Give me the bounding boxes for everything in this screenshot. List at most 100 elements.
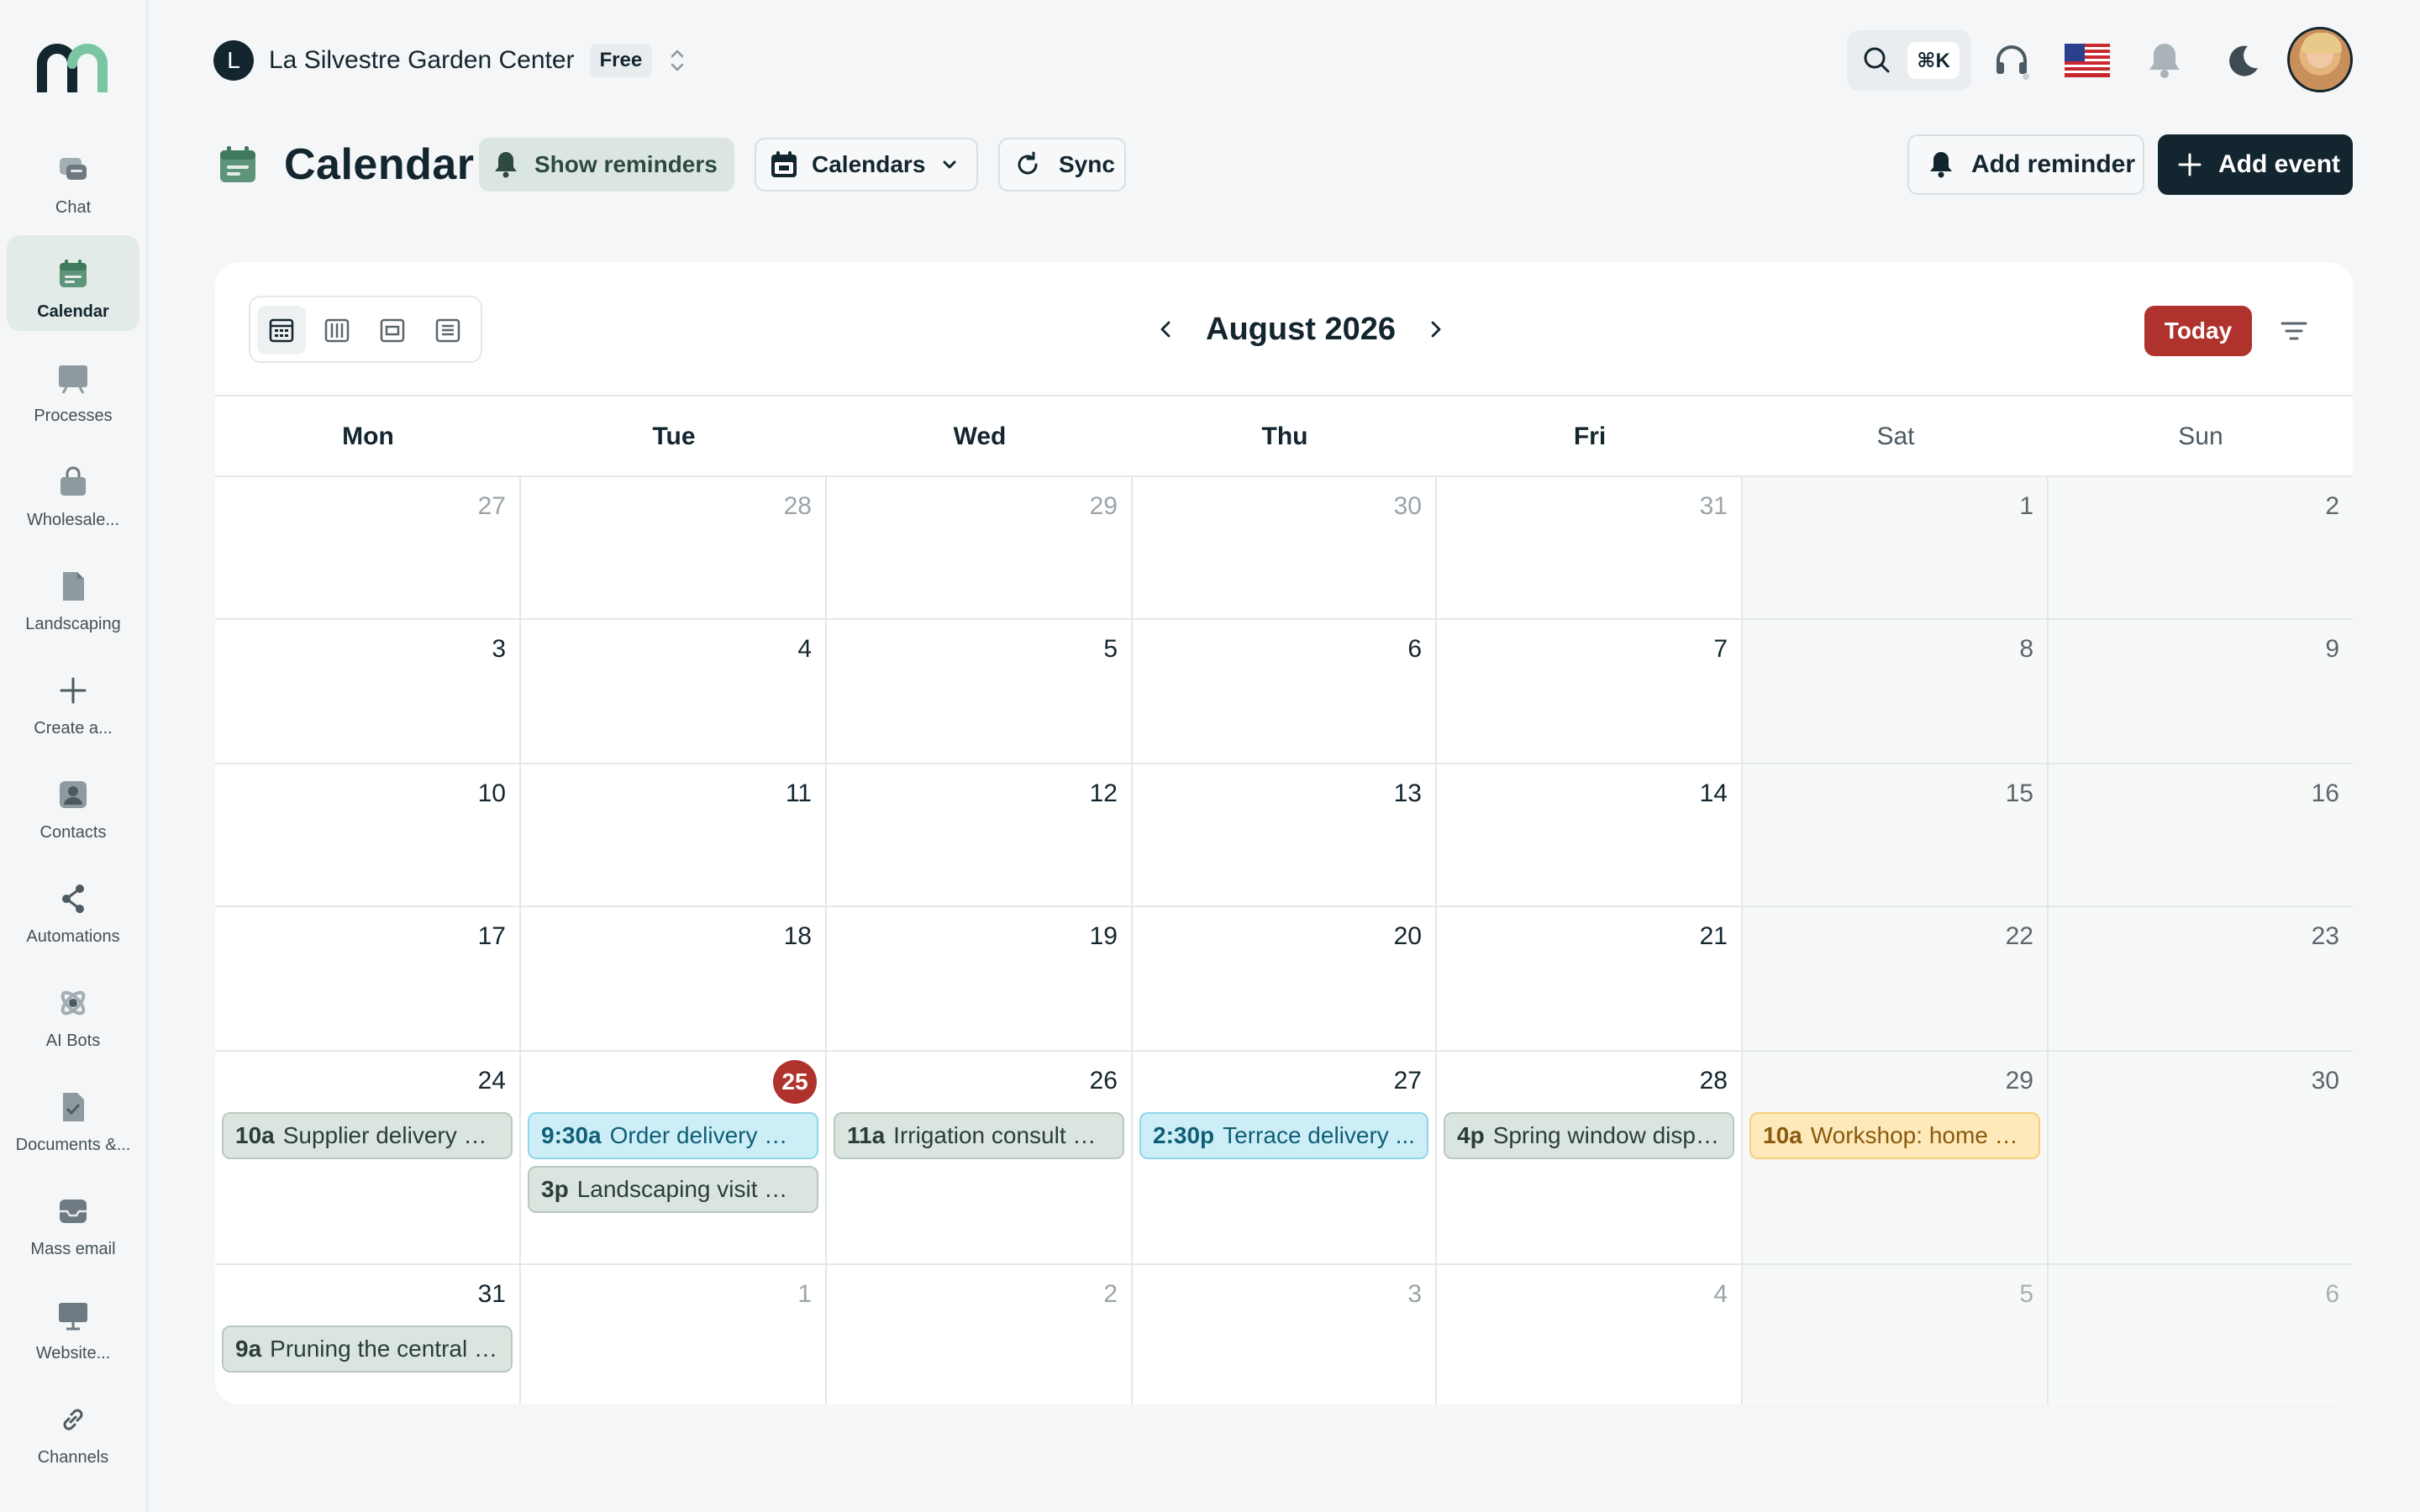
day-cell[interactable]: 24 10a Supplier delivery — p...: [215, 1052, 521, 1265]
day-cell[interactable]: 2: [827, 1265, 1133, 1404]
day-cell[interactable]: 21: [1437, 907, 1743, 1052]
event-chip[interactable]: 9a Pruning the central pl...: [222, 1326, 513, 1373]
agenda-view-button[interactable]: [424, 306, 472, 354]
day-cell[interactable]: 26 11a Irrigation consult — ...: [827, 1052, 1133, 1265]
day-cell[interactable]: 23: [2049, 907, 2353, 1052]
day-cell[interactable]: 27: [215, 477, 521, 620]
add-reminder-button[interactable]: Add reminder: [1907, 134, 2144, 195]
plan-badge: Free: [589, 44, 653, 77]
day-cell[interactable]: 19: [827, 907, 1133, 1052]
day-cell[interactable]: 29: [827, 477, 1133, 620]
day-cell[interactable]: 1: [1743, 477, 2049, 620]
notifications-button[interactable]: [2141, 37, 2188, 84]
day-cell[interactable]: 30: [1133, 477, 1437, 620]
sync-button[interactable]: Sync: [998, 138, 1126, 192]
show-reminders-button[interactable]: Show reminders: [479, 138, 734, 192]
sidebar-item-create-a[interactable]: Create a...: [7, 652, 139, 748]
day-cell[interactable]: 3: [215, 620, 521, 764]
day-cell[interactable]: 29 10a Workshop: home ve...: [1743, 1052, 2049, 1265]
day-number: 15: [2005, 780, 2033, 807]
today-button[interactable]: Today: [2144, 306, 2252, 356]
next-month-button[interactable]: [1417, 311, 1454, 348]
day-cell[interactable]: 28: [521, 477, 827, 620]
sidebar-item-calendar[interactable]: Calendar: [7, 235, 139, 331]
day-cell[interactable]: 2: [2049, 477, 2353, 620]
event-chip[interactable]: 10a Supplier delivery — p...: [222, 1112, 513, 1159]
day-cell[interactable]: 28 4p Spring window displa...: [1437, 1052, 1743, 1265]
day-cell[interactable]: 31: [1437, 477, 1743, 620]
sidebar-item-website[interactable]: Website...: [7, 1277, 139, 1373]
day-cell[interactable]: 17: [215, 907, 521, 1052]
day-cell[interactable]: 13: [1133, 764, 1437, 907]
day-number: 14: [1699, 780, 1728, 807]
sidebar-item-mass-email[interactable]: Mass email: [7, 1173, 139, 1268]
day-view-button[interactable]: [368, 306, 417, 354]
month-view-button[interactable]: [257, 306, 306, 354]
event-chip[interactable]: 11a Irrigation consult — ...: [834, 1112, 1124, 1159]
day-cell[interactable]: 14: [1437, 764, 1743, 907]
week-view-button[interactable]: [313, 306, 361, 354]
share-icon: [55, 880, 92, 917]
day-cell[interactable]: 9: [2049, 620, 2353, 764]
day-number: 3: [492, 635, 506, 663]
day-cell[interactable]: 18: [521, 907, 827, 1052]
day-cell[interactable]: 15: [1743, 764, 2049, 907]
day-cell[interactable]: 25 9:30a Order delivery — ... 3p Landscaping…: [521, 1052, 827, 1265]
sidebar-item-chat[interactable]: Chat: [7, 131, 139, 227]
day-cell[interactable]: 16: [2049, 764, 2353, 907]
m-logo-icon[interactable]: [37, 44, 109, 92]
day-cell[interactable]: 12: [827, 764, 1133, 907]
day-cell[interactable]: 20: [1133, 907, 1437, 1052]
day-number: 5: [2019, 1280, 2033, 1308]
day-cell[interactable]: 5: [827, 620, 1133, 764]
day-cell[interactable]: 31 9a Pruning the central pl...: [215, 1265, 521, 1404]
sidebar-item-ai-bots[interactable]: AI Bots: [7, 964, 139, 1060]
sidebar-item-landscaping[interactable]: Landscaping: [7, 548, 139, 643]
day-cell[interactable]: 8: [1743, 620, 2049, 764]
event-chip[interactable]: 2:30p Terrace delivery ...: [1139, 1112, 1428, 1159]
day-cell[interactable]: 4: [521, 620, 827, 764]
sidebar-item-wholesale[interactable]: Wholesale...: [7, 444, 139, 539]
sidebar-item-channels[interactable]: Channels: [7, 1381, 139, 1477]
search-button[interactable]: ⌘K: [1847, 30, 1971, 91]
event-chip[interactable]: 10a Workshop: home ve...: [1749, 1112, 2040, 1159]
language-button[interactable]: [2064, 37, 2111, 84]
monitor-icon: [55, 1297, 92, 1334]
day-cell[interactable]: 3: [1133, 1265, 1437, 1404]
weekday-tue: Tue: [652, 423, 696, 450]
day-cell[interactable]: 4: [1437, 1265, 1743, 1404]
day-cell[interactable]: 30: [2049, 1052, 2353, 1265]
day-cell[interactable]: 7: [1437, 620, 1743, 764]
day-cell[interactable]: 5: [1743, 1265, 2049, 1404]
event-chip[interactable]: 3p Landscaping visit — R...: [528, 1166, 818, 1213]
prev-month-button[interactable]: [1148, 311, 1185, 348]
add-event-button[interactable]: Add event: [2158, 134, 2353, 195]
day-cell[interactable]: 22: [1743, 907, 2049, 1052]
chevron-up-down-icon[interactable]: [667, 44, 687, 77]
day-cell[interactable]: 1: [521, 1265, 827, 1404]
sidebar-item-contacts[interactable]: Contacts: [7, 756, 139, 852]
sidebar-item-documents[interactable]: Documents &...: [7, 1068, 139, 1164]
sidebar-item-processes[interactable]: Processes: [7, 339, 139, 435]
sidebar: Chat Calendar Processes Wholesale... Landsca…: [0, 0, 148, 1512]
event-title: Landscaping visit — R...: [576, 1176, 805, 1202]
support-button[interactable]: [1988, 37, 2035, 84]
user-avatar[interactable]: [2287, 27, 2353, 92]
day-number: 27: [477, 492, 506, 520]
shopping-bag-icon: [55, 464, 92, 501]
day-cell[interactable]: 6: [2049, 1265, 2353, 1404]
plus-icon: [2178, 153, 2202, 176]
day-cell[interactable]: 11: [521, 764, 827, 907]
day-cell[interactable]: 10: [215, 764, 521, 907]
sidebar-item-automations[interactable]: Automations: [7, 860, 139, 956]
sidebar-item-label: Landscaping: [25, 615, 121, 633]
filter-button[interactable]: [2275, 312, 2312, 349]
day-cell[interactable]: 6: [1133, 620, 1437, 764]
event-chip[interactable]: 9:30a Order delivery — ...: [528, 1112, 818, 1159]
day-cell[interactable]: 27 2:30p Terrace delivery ...: [1133, 1052, 1437, 1265]
calendars-dropdown[interactable]: Calendars: [755, 138, 978, 192]
search-icon: [1864, 47, 1890, 73]
org-switcher[interactable]: L La Silvestre Garden Center Free: [213, 40, 687, 81]
theme-toggle[interactable]: [2218, 37, 2265, 84]
event-chip[interactable]: 4p Spring window displa...: [1444, 1112, 1734, 1159]
